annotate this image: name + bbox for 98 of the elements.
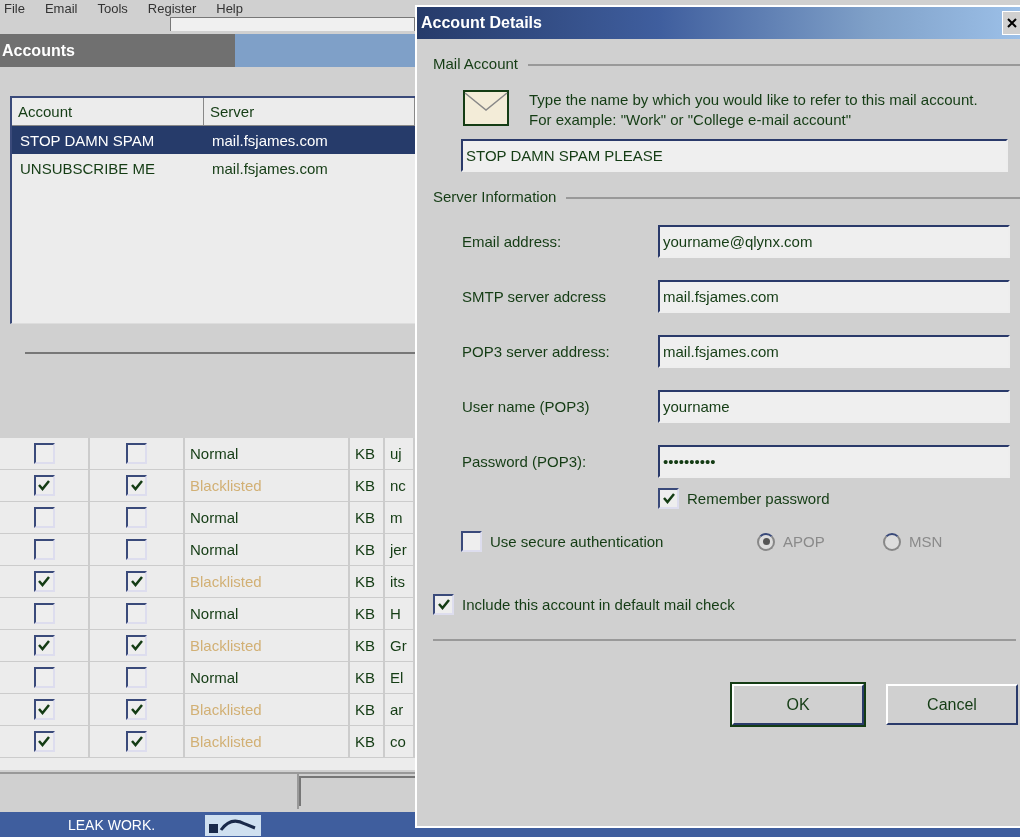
check-icon (38, 704, 50, 715)
status-cell: Blacklisted (185, 630, 350, 661)
check-icon (437, 599, 450, 610)
account-row[interactable]: STOP DAMN SPAM mail.fsjames.com (12, 126, 415, 154)
envelope-icon (463, 90, 509, 126)
check-icon (130, 704, 143, 715)
menu-item[interactable]: Help (216, 0, 243, 16)
checkbox[interactable] (33, 731, 55, 752)
input-field[interactable]: yourname@qlynx.com (658, 225, 1010, 258)
table-cell: KB (350, 662, 385, 693)
include-check-checkbox[interactable]: Include this account in default mail check (433, 594, 735, 615)
checkbox-label: Use secure authentication (490, 533, 664, 550)
taskbar-text: LEAK WORK. (68, 816, 156, 833)
status-cell: Normal (185, 502, 350, 533)
close-button[interactable] (1002, 11, 1020, 35)
checkbox[interactable] (126, 571, 147, 592)
input-field[interactable]: mail.fsjames.com (658, 280, 1010, 313)
table-cell-text: mail.fsjames.com (211, 131, 329, 149)
checkbox[interactable] (126, 731, 147, 752)
status-cell: Normal (185, 598, 350, 629)
checkbox[interactable] (33, 699, 55, 720)
table-cell: KB (350, 566, 385, 597)
field-label: Email address: (462, 233, 563, 250)
checkbox[interactable] (33, 667, 55, 688)
status-cell: Blacklisted (185, 470, 350, 501)
table-cell-text: mail.fsjames.com (211, 159, 329, 177)
checkbox[interactable] (126, 475, 147, 496)
checkbox[interactable] (126, 507, 147, 528)
window-title: Accounts (1, 41, 75, 60)
secure-auth-checkbox[interactable]: Use secure authentication (461, 531, 757, 552)
checkbox-label: Remember password (687, 490, 830, 507)
checkbox[interactable] (126, 603, 147, 624)
checkbox[interactable] (33, 635, 55, 656)
status-cell: Normal (185, 438, 350, 469)
table-cell: KB (350, 438, 385, 469)
account-name-field[interactable]: STOP DAMN SPAM PLEASE (461, 139, 1008, 172)
input-field[interactable]: •••••••••• (658, 445, 1010, 478)
table-cell-text: UNSUBSCRIBE ME (19, 159, 157, 177)
status-cell: Normal (185, 662, 350, 693)
input-field[interactable]: mail.fsjames.com (658, 335, 1010, 368)
checkbox[interactable] (33, 475, 55, 496)
checkbox[interactable] (126, 667, 147, 688)
status-cell: Normal (185, 534, 350, 565)
field-label: SMTP server adcress (462, 288, 607, 305)
status-cell: Blacklisted (185, 566, 350, 597)
network-icon[interactable] (205, 813, 262, 836)
table-cell: KB (350, 598, 385, 629)
checkbox[interactable] (126, 443, 147, 464)
table-cell: KB (350, 470, 385, 501)
description-text: Type the name by which you would like to refer to this mail account. For example: "Work" or "College e-mail account" (529, 90, 979, 130)
dropdown-field[interactable] (170, 17, 415, 31)
status-cell: Blacklisted (185, 694, 350, 725)
table-cell-text: STOP DAMN SPAM (19, 131, 156, 149)
menu-item[interactable]: Tools (97, 0, 128, 16)
checkbox[interactable] (126, 539, 147, 560)
checkbox[interactable] (433, 594, 454, 615)
table-cell: KB (350, 534, 385, 565)
check-icon (38, 480, 50, 491)
status-cell: Blacklisted (185, 726, 350, 757)
checkbox[interactable] (33, 603, 55, 624)
field-label: User name (POP3) (462, 398, 591, 415)
check-icon (38, 576, 50, 587)
menu-item[interactable]: Email (44, 0, 78, 16)
remember-password-checkbox[interactable]: Remember password (658, 488, 830, 509)
menu-item[interactable]: File (4, 0, 25, 16)
table-cell: KB (350, 694, 385, 725)
checkbox[interactable] (461, 531, 482, 552)
checkbox[interactable] (126, 635, 147, 656)
checkbox[interactable] (33, 539, 55, 560)
checkbox-label: Include this account in default mail check (462, 596, 735, 613)
column-header[interactable]: Account (12, 98, 204, 126)
checkbox[interactable] (658, 488, 679, 509)
menu-item[interactable]: Register (147, 0, 197, 16)
checkbox[interactable] (33, 571, 55, 592)
check-icon (38, 736, 50, 747)
dialog-button[interactable]: Cancel (886, 684, 1018, 725)
dialog-button[interactable]: OK (732, 684, 864, 725)
check-icon (130, 480, 143, 491)
check-icon (38, 640, 50, 651)
check-icon (130, 640, 143, 651)
check-icon (130, 576, 143, 587)
group-title: Server Information (433, 188, 557, 205)
field-label: POP3 server address: (462, 343, 611, 360)
table-cell: KB (350, 630, 385, 661)
account-row[interactable]: UNSUBSCRIBE ME mail.fsjames.com (12, 154, 415, 182)
close-icon (1006, 18, 1017, 28)
group-title: Mail Account (433, 55, 519, 72)
input-field[interactable]: yourname (658, 390, 1010, 423)
check-icon (662, 493, 675, 504)
table-cell: KB (350, 726, 385, 757)
checkbox[interactable] (126, 699, 147, 720)
checkbox[interactable] (33, 507, 55, 528)
column-header[interactable]: Server (204, 98, 415, 126)
table-cell: KB (350, 502, 385, 533)
dialog-title: Account Details (420, 14, 542, 32)
check-icon (130, 736, 143, 747)
checkbox[interactable] (33, 443, 55, 464)
field-label: Password (POP3): (462, 453, 588, 470)
